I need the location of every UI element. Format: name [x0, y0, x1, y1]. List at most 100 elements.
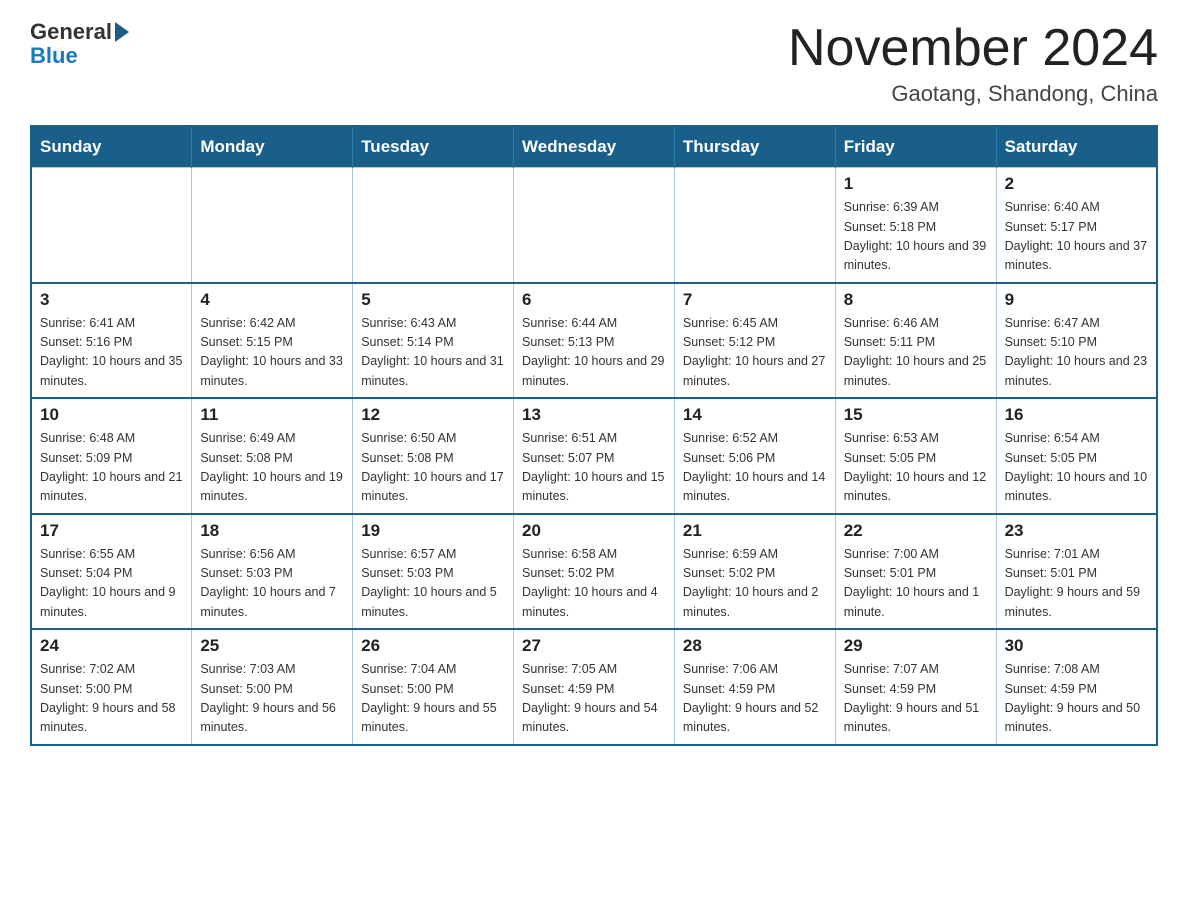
calendar-cell: 25 Sunrise: 7:03 AMSunset: 5:00 PMDayligh…	[192, 629, 353, 745]
day-number: 28	[683, 636, 827, 656]
location-title: Gaotang, Shandong, China	[788, 81, 1158, 107]
calendar-cell: 15 Sunrise: 6:53 AMSunset: 5:05 PMDayligh…	[835, 398, 996, 514]
day-number: 25	[200, 636, 344, 656]
day-number: 15	[844, 405, 988, 425]
calendar-cell: 10 Sunrise: 6:48 AMSunset: 5:09 PMDayligh…	[31, 398, 192, 514]
day-info: Sunrise: 6:44 AMSunset: 5:13 PMDaylight:…	[522, 314, 666, 392]
day-info: Sunrise: 6:58 AMSunset: 5:02 PMDaylight:…	[522, 545, 666, 623]
page-header: General Blue November 2024 Gaotang, Shan…	[30, 20, 1158, 107]
day-number: 9	[1005, 290, 1148, 310]
logo-blue: Blue	[30, 43, 78, 68]
day-info: Sunrise: 7:00 AMSunset: 5:01 PMDaylight:…	[844, 545, 988, 623]
title-area: November 2024 Gaotang, Shandong, China	[788, 20, 1158, 107]
day-info: Sunrise: 7:07 AMSunset: 4:59 PMDaylight:…	[844, 660, 988, 738]
month-title: November 2024	[788, 20, 1158, 77]
weekday-header-friday: Friday	[835, 126, 996, 168]
day-info: Sunrise: 7:04 AMSunset: 5:00 PMDaylight:…	[361, 660, 505, 738]
calendar-cell	[353, 168, 514, 283]
day-number: 10	[40, 405, 183, 425]
day-info: Sunrise: 6:53 AMSunset: 5:05 PMDaylight:…	[844, 429, 988, 507]
day-number: 8	[844, 290, 988, 310]
day-number: 23	[1005, 521, 1148, 541]
calendar-cell: 27 Sunrise: 7:05 AMSunset: 4:59 PMDayligh…	[514, 629, 675, 745]
day-number: 16	[1005, 405, 1148, 425]
day-number: 21	[683, 521, 827, 541]
day-number: 18	[200, 521, 344, 541]
day-number: 27	[522, 636, 666, 656]
week-row-2: 3Sunrise: 6:41 AMSunset: 5:16 PMDaylight…	[31, 283, 1157, 399]
calendar-cell	[192, 168, 353, 283]
day-info: Sunrise: 6:50 AMSunset: 5:08 PMDaylight:…	[361, 429, 505, 507]
day-info: Sunrise: 6:48 AMSunset: 5:09 PMDaylight:…	[40, 429, 183, 507]
day-info: Sunrise: 6:43 AMSunset: 5:14 PMDaylight:…	[361, 314, 505, 392]
day-info: Sunrise: 7:03 AMSunset: 5:00 PMDaylight:…	[200, 660, 344, 738]
calendar-cell: 5 Sunrise: 6:43 AMSunset: 5:14 PMDaylight…	[353, 283, 514, 399]
calendar-cell: 26 Sunrise: 7:04 AMSunset: 5:00 PMDayligh…	[353, 629, 514, 745]
calendar-cell	[31, 168, 192, 283]
calendar-cell: 9 Sunrise: 6:47 AMSunset: 5:10 PMDaylight…	[996, 283, 1157, 399]
calendar-cell: 14 Sunrise: 6:52 AMSunset: 5:06 PMDayligh…	[674, 398, 835, 514]
calendar-cell: 13 Sunrise: 6:51 AMSunset: 5:07 PMDayligh…	[514, 398, 675, 514]
calendar-cell	[514, 168, 675, 283]
day-info: Sunrise: 7:05 AMSunset: 4:59 PMDaylight:…	[522, 660, 666, 738]
calendar-cell: 12 Sunrise: 6:50 AMSunset: 5:08 PMDayligh…	[353, 398, 514, 514]
day-info: Sunrise: 6:59 AMSunset: 5:02 PMDaylight:…	[683, 545, 827, 623]
day-number: 5	[361, 290, 505, 310]
day-info: Sunrise: 6:40 AMSunset: 5:17 PMDaylight:…	[1005, 198, 1148, 276]
day-info: Sunrise: 6:42 AMSunset: 5:15 PMDaylight:…	[200, 314, 344, 392]
day-number: 20	[522, 521, 666, 541]
calendar-cell: 19Sunrise: 6:57 AMSunset: 5:03 PMDayligh…	[353, 514, 514, 630]
weekday-header-row: SundayMondayTuesdayWednesdayThursdayFrid…	[31, 126, 1157, 168]
week-row-3: 10 Sunrise: 6:48 AMSunset: 5:09 PMDayligh…	[31, 398, 1157, 514]
day-number: 7	[683, 290, 827, 310]
day-info: Sunrise: 6:56 AMSunset: 5:03 PMDaylight:…	[200, 545, 344, 623]
weekday-header-saturday: Saturday	[996, 126, 1157, 168]
day-info: Sunrise: 6:55 AMSunset: 5:04 PMDaylight:…	[40, 545, 183, 623]
calendar-cell: 11Sunrise: 6:49 AMSunset: 5:08 PMDayligh…	[192, 398, 353, 514]
day-info: Sunrise: 6:47 AMSunset: 5:10 PMDaylight:…	[1005, 314, 1148, 392]
day-info: Sunrise: 7:01 AMSunset: 5:01 PMDaylight:…	[1005, 545, 1148, 623]
day-number: 29	[844, 636, 988, 656]
day-number: 2	[1005, 174, 1148, 194]
calendar-cell: 7Sunrise: 6:45 AMSunset: 5:12 PMDaylight…	[674, 283, 835, 399]
day-info: Sunrise: 6:52 AMSunset: 5:06 PMDaylight:…	[683, 429, 827, 507]
day-number: 12	[361, 405, 505, 425]
calendar-cell: 16 Sunrise: 6:54 AMSunset: 5:05 PMDayligh…	[996, 398, 1157, 514]
weekday-header-monday: Monday	[192, 126, 353, 168]
calendar-cell	[674, 168, 835, 283]
calendar-cell: 28 Sunrise: 7:06 AMSunset: 4:59 PMDayligh…	[674, 629, 835, 745]
day-number: 24	[40, 636, 183, 656]
day-info: Sunrise: 6:57 AMSunset: 5:03 PMDaylight:…	[361, 545, 505, 623]
calendar-cell: 8Sunrise: 6:46 AMSunset: 5:11 PMDaylight…	[835, 283, 996, 399]
weekday-header-wednesday: Wednesday	[514, 126, 675, 168]
day-number: 6	[522, 290, 666, 310]
day-number: 22	[844, 521, 988, 541]
day-info: Sunrise: 7:02 AMSunset: 5:00 PMDaylight:…	[40, 660, 183, 738]
day-number: 17	[40, 521, 183, 541]
day-number: 4	[200, 290, 344, 310]
calendar-cell: 3Sunrise: 6:41 AMSunset: 5:16 PMDaylight…	[31, 283, 192, 399]
calendar-cell: 2 Sunrise: 6:40 AMSunset: 5:17 PMDaylight…	[996, 168, 1157, 283]
calendar-cell: 23 Sunrise: 7:01 AMSunset: 5:01 PMDayligh…	[996, 514, 1157, 630]
calendar-table: SundayMondayTuesdayWednesdayThursdayFrid…	[30, 125, 1158, 746]
day-info: Sunrise: 6:54 AMSunset: 5:05 PMDaylight:…	[1005, 429, 1148, 507]
weekday-header-tuesday: Tuesday	[353, 126, 514, 168]
calendar-cell: 1Sunrise: 6:39 AMSunset: 5:18 PMDaylight…	[835, 168, 996, 283]
day-info: Sunrise: 6:51 AMSunset: 5:07 PMDaylight:…	[522, 429, 666, 507]
calendar-cell: 20 Sunrise: 6:58 AMSunset: 5:02 PMDayligh…	[514, 514, 675, 630]
day-number: 13	[522, 405, 666, 425]
calendar-cell: 21 Sunrise: 6:59 AMSunset: 5:02 PMDayligh…	[674, 514, 835, 630]
weekday-header-thursday: Thursday	[674, 126, 835, 168]
calendar-cell: 24 Sunrise: 7:02 AMSunset: 5:00 PMDayligh…	[31, 629, 192, 745]
week-row-5: 24 Sunrise: 7:02 AMSunset: 5:00 PMDayligh…	[31, 629, 1157, 745]
day-info: Sunrise: 7:06 AMSunset: 4:59 PMDaylight:…	[683, 660, 827, 738]
day-number: 14	[683, 405, 827, 425]
week-row-4: 17 Sunrise: 6:55 AMSunset: 5:04 PMDayligh…	[31, 514, 1157, 630]
day-number: 30	[1005, 636, 1148, 656]
day-info: Sunrise: 7:08 AMSunset: 4:59 PMDaylight:…	[1005, 660, 1148, 738]
day-number: 26	[361, 636, 505, 656]
calendar-cell: 30 Sunrise: 7:08 AMSunset: 4:59 PMDayligh…	[996, 629, 1157, 745]
weekday-header-sunday: Sunday	[31, 126, 192, 168]
calendar-cell: 22 Sunrise: 7:00 AMSunset: 5:01 PMDayligh…	[835, 514, 996, 630]
day-number: 1	[844, 174, 988, 194]
